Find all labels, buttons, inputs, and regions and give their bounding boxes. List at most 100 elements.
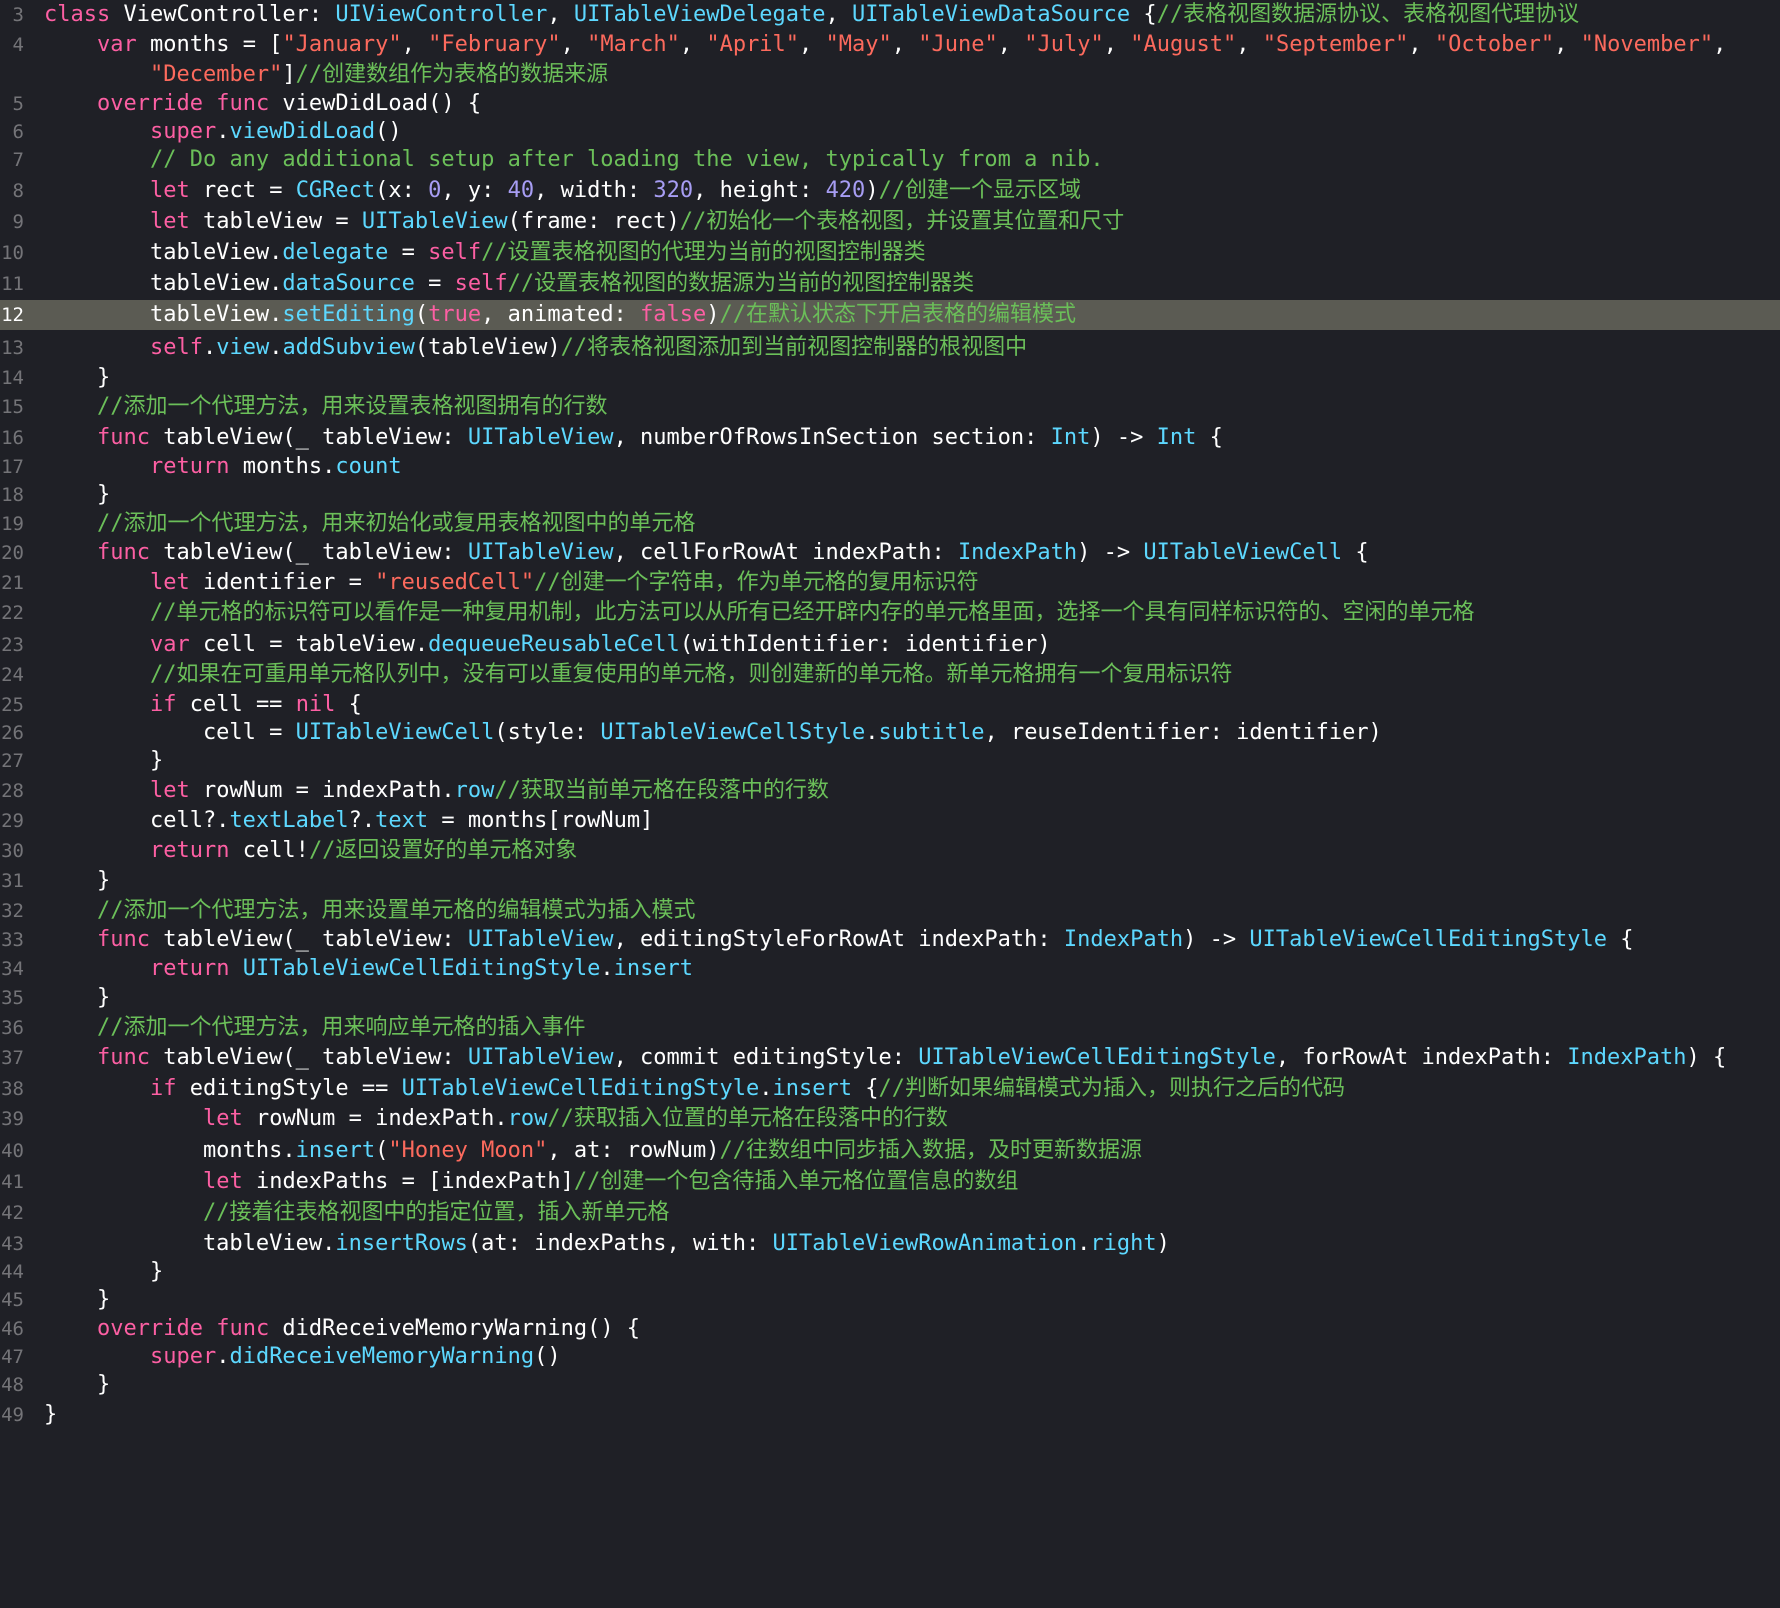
code-editor[interactable]: 3 class ViewController: UIViewController,… xyxy=(0,0,1780,1608)
code-line[interactable]: 47 super.didReceiveMemoryWarning() xyxy=(0,1342,1780,1372)
code-token: , editingStyleForRowAt indexPath: xyxy=(613,927,1064,952)
line-number: 19 xyxy=(1,513,24,535)
line-number: 17 xyxy=(1,456,24,478)
code-token: insert xyxy=(295,1138,376,1163)
code-line[interactable]: 12 tableView.setEditing(true, animated: … xyxy=(0,300,1780,330)
code-line[interactable]: 15 //添加一个代理方法，用来设置表格视图拥有的行数 xyxy=(0,392,1780,422)
line-number: 23 xyxy=(1,634,24,656)
code-token: tableView(_ tableView: xyxy=(149,540,468,565)
line-code: } xyxy=(44,983,110,1013)
code-line[interactable]: 37 func tableView(_ tableView: UITableVi… xyxy=(0,1043,1780,1073)
code-line[interactable]: 21 let identifier = "reusedCell"//创建一个字符… xyxy=(0,568,1780,598)
code-line[interactable]: 22 //单元格的标识符可以看作是一种复用机制，此方法可以从所有已经开辟内存的单… xyxy=(0,598,1780,628)
code-line[interactable]: 16 func tableView(_ tableView: UITableVi… xyxy=(0,423,1780,453)
code-token: //返回设置好的单元格对象 xyxy=(308,838,578,863)
code-line[interactable]: 10 tableView.delegate = self//设置表格视图的代理为… xyxy=(0,238,1780,268)
code-line[interactable]: 27 } xyxy=(0,746,1780,776)
code-token: let xyxy=(149,178,190,203)
code-line[interactable]: 11 tableView.dataSource = self//设置表格视图的数… xyxy=(0,269,1780,299)
code-line[interactable]: 28 let rowNum = indexPath.row//获取当前单元格在段… xyxy=(0,776,1780,806)
code-token: func xyxy=(96,1045,150,1070)
line-code: tableView.setEditing(true, animated: fal… xyxy=(44,300,1076,330)
code-token: 320 xyxy=(653,178,694,203)
code-line[interactable]: 8 let rect = CGRect(x: 0, y: 40, width: … xyxy=(0,176,1780,206)
line-number: 18 xyxy=(1,484,24,506)
code-line[interactable]: 3 class ViewController: UIViewController,… xyxy=(0,0,1780,30)
code-token: UITableViewCell xyxy=(1143,540,1343,565)
code-line[interactable]: 49} xyxy=(0,1400,1780,1430)
code-line[interactable]: 17 return months.count xyxy=(0,452,1780,482)
code-line[interactable]: 29 cell?.textLabel?.text = months[rowNum… xyxy=(0,806,1780,836)
code-token: UITableView xyxy=(467,927,614,952)
code-token: func xyxy=(96,540,150,565)
code-line[interactable]: 32 //添加一个代理方法，用来设置单元格的编辑模式为插入模式 xyxy=(0,896,1780,926)
code-token: tableView(_ tableView: xyxy=(149,927,468,952)
code-token: months = [ xyxy=(136,32,283,57)
code-token: subtitle xyxy=(878,720,985,745)
code-line[interactable]: 5 override func viewDidLoad() { xyxy=(0,89,1780,119)
code-token: func xyxy=(96,425,150,450)
code-line[interactable]: 31 } xyxy=(0,866,1780,896)
code-token: return xyxy=(149,838,230,863)
code-line[interactable]: 26 cell = UITableViewCell(style: UITable… xyxy=(0,718,1780,748)
code-line[interactable]: 9 let tableView = UITableView(frame: rec… xyxy=(0,207,1780,237)
code-token: func xyxy=(216,1316,270,1341)
code-line[interactable]: 13 self.view.addSubview(tableView)//将表格视… xyxy=(0,333,1780,363)
line-number: 44 xyxy=(1,1261,24,1283)
code-token: delegate xyxy=(282,240,389,265)
code-line[interactable]: 7 // Do any additional setup after loadi… xyxy=(0,145,1780,175)
code-line[interactable]: 43 tableView.insertRows(at: indexPaths, … xyxy=(0,1229,1780,1259)
code-line[interactable]: 38 if editingStyle == UITableViewCellEdi… xyxy=(0,1074,1780,1104)
code-token: if xyxy=(149,1076,177,1101)
code-line[interactable]: 45 } xyxy=(0,1285,1780,1315)
code-line[interactable]: 18 } xyxy=(0,480,1780,510)
line-code: } xyxy=(44,363,110,393)
code-line[interactable]: 39 let rowNum = indexPath.row//获取插入位置的单元… xyxy=(0,1104,1780,1134)
line-number: 26 xyxy=(1,722,24,744)
code-line[interactable]: 41 let indexPaths = [indexPath]//创建一个包含待… xyxy=(0,1167,1780,1197)
code-line[interactable]: 46 override func didReceiveMemoryWarning… xyxy=(0,1314,1780,1344)
code-line[interactable]: 44 } xyxy=(0,1257,1780,1287)
code-line[interactable]: 14 } xyxy=(0,363,1780,393)
line-code: let tableView = UITableView(frame: rect)… xyxy=(44,207,1124,237)
code-token: , xyxy=(1713,32,1727,57)
code-token: tableView(_ tableView: xyxy=(149,1045,468,1070)
code-token: insertRows xyxy=(335,1231,468,1256)
code-line[interactable]: 40 months.insert("Honey Moon", at: rowNu… xyxy=(0,1136,1780,1166)
code-token: viewDidLoad xyxy=(229,119,376,144)
code-line[interactable]: 36 //添加一个代理方法，用来响应单元格的插入事件 xyxy=(0,1013,1780,1043)
code-token: , animated: xyxy=(481,302,641,327)
code-token: UITableViewCellEditingStyle xyxy=(242,956,601,981)
code-line[interactable]: "December"]//创建数组作为表格的数据来源 xyxy=(0,60,1780,90)
code-token: () xyxy=(534,1344,561,1369)
code-line[interactable]: 33 func tableView(_ tableView: UITableVi… xyxy=(0,925,1780,955)
code-line[interactable]: 19 //添加一个代理方法，用来初始化或复用表格视图中的单元格 xyxy=(0,509,1780,539)
code-line[interactable]: 25 if cell == nil { xyxy=(0,690,1780,720)
code-token: } xyxy=(44,365,111,390)
code-line[interactable]: 23 var cell = tableView.dequeueReusableC… xyxy=(0,630,1780,660)
code-line[interactable]: 6 super.viewDidLoad() xyxy=(0,117,1780,147)
code-line[interactable]: 34 return UITableViewCellEditingStyle.in… xyxy=(0,954,1780,984)
code-line[interactable]: 20 func tableView(_ tableView: UITableVi… xyxy=(0,538,1780,568)
code-token: let xyxy=(202,1106,243,1131)
code-line[interactable]: 42 //接着往表格视图中的指定位置，插入新单元格 xyxy=(0,1198,1780,1228)
line-number: 32 xyxy=(1,900,24,922)
code-token: 420 xyxy=(825,178,866,203)
code-line[interactable]: 48 } xyxy=(0,1370,1780,1400)
code-token: self xyxy=(428,240,482,265)
code-line[interactable]: 30 return cell!//返回设置好的单元格对象 xyxy=(0,836,1780,866)
code-line[interactable]: 24 //如果在可重用单元格队列中，没有可以重复使用的单元格，则创建新的单元格。… xyxy=(0,660,1780,690)
code-token: "November" xyxy=(1580,32,1714,57)
code-token: UIViewController xyxy=(335,2,548,27)
code-token: viewDidLoad() { xyxy=(269,91,482,116)
code-line[interactable]: 35 } xyxy=(0,983,1780,1013)
code-line[interactable]: 4 var months = ["January", "February", "… xyxy=(0,30,1780,60)
